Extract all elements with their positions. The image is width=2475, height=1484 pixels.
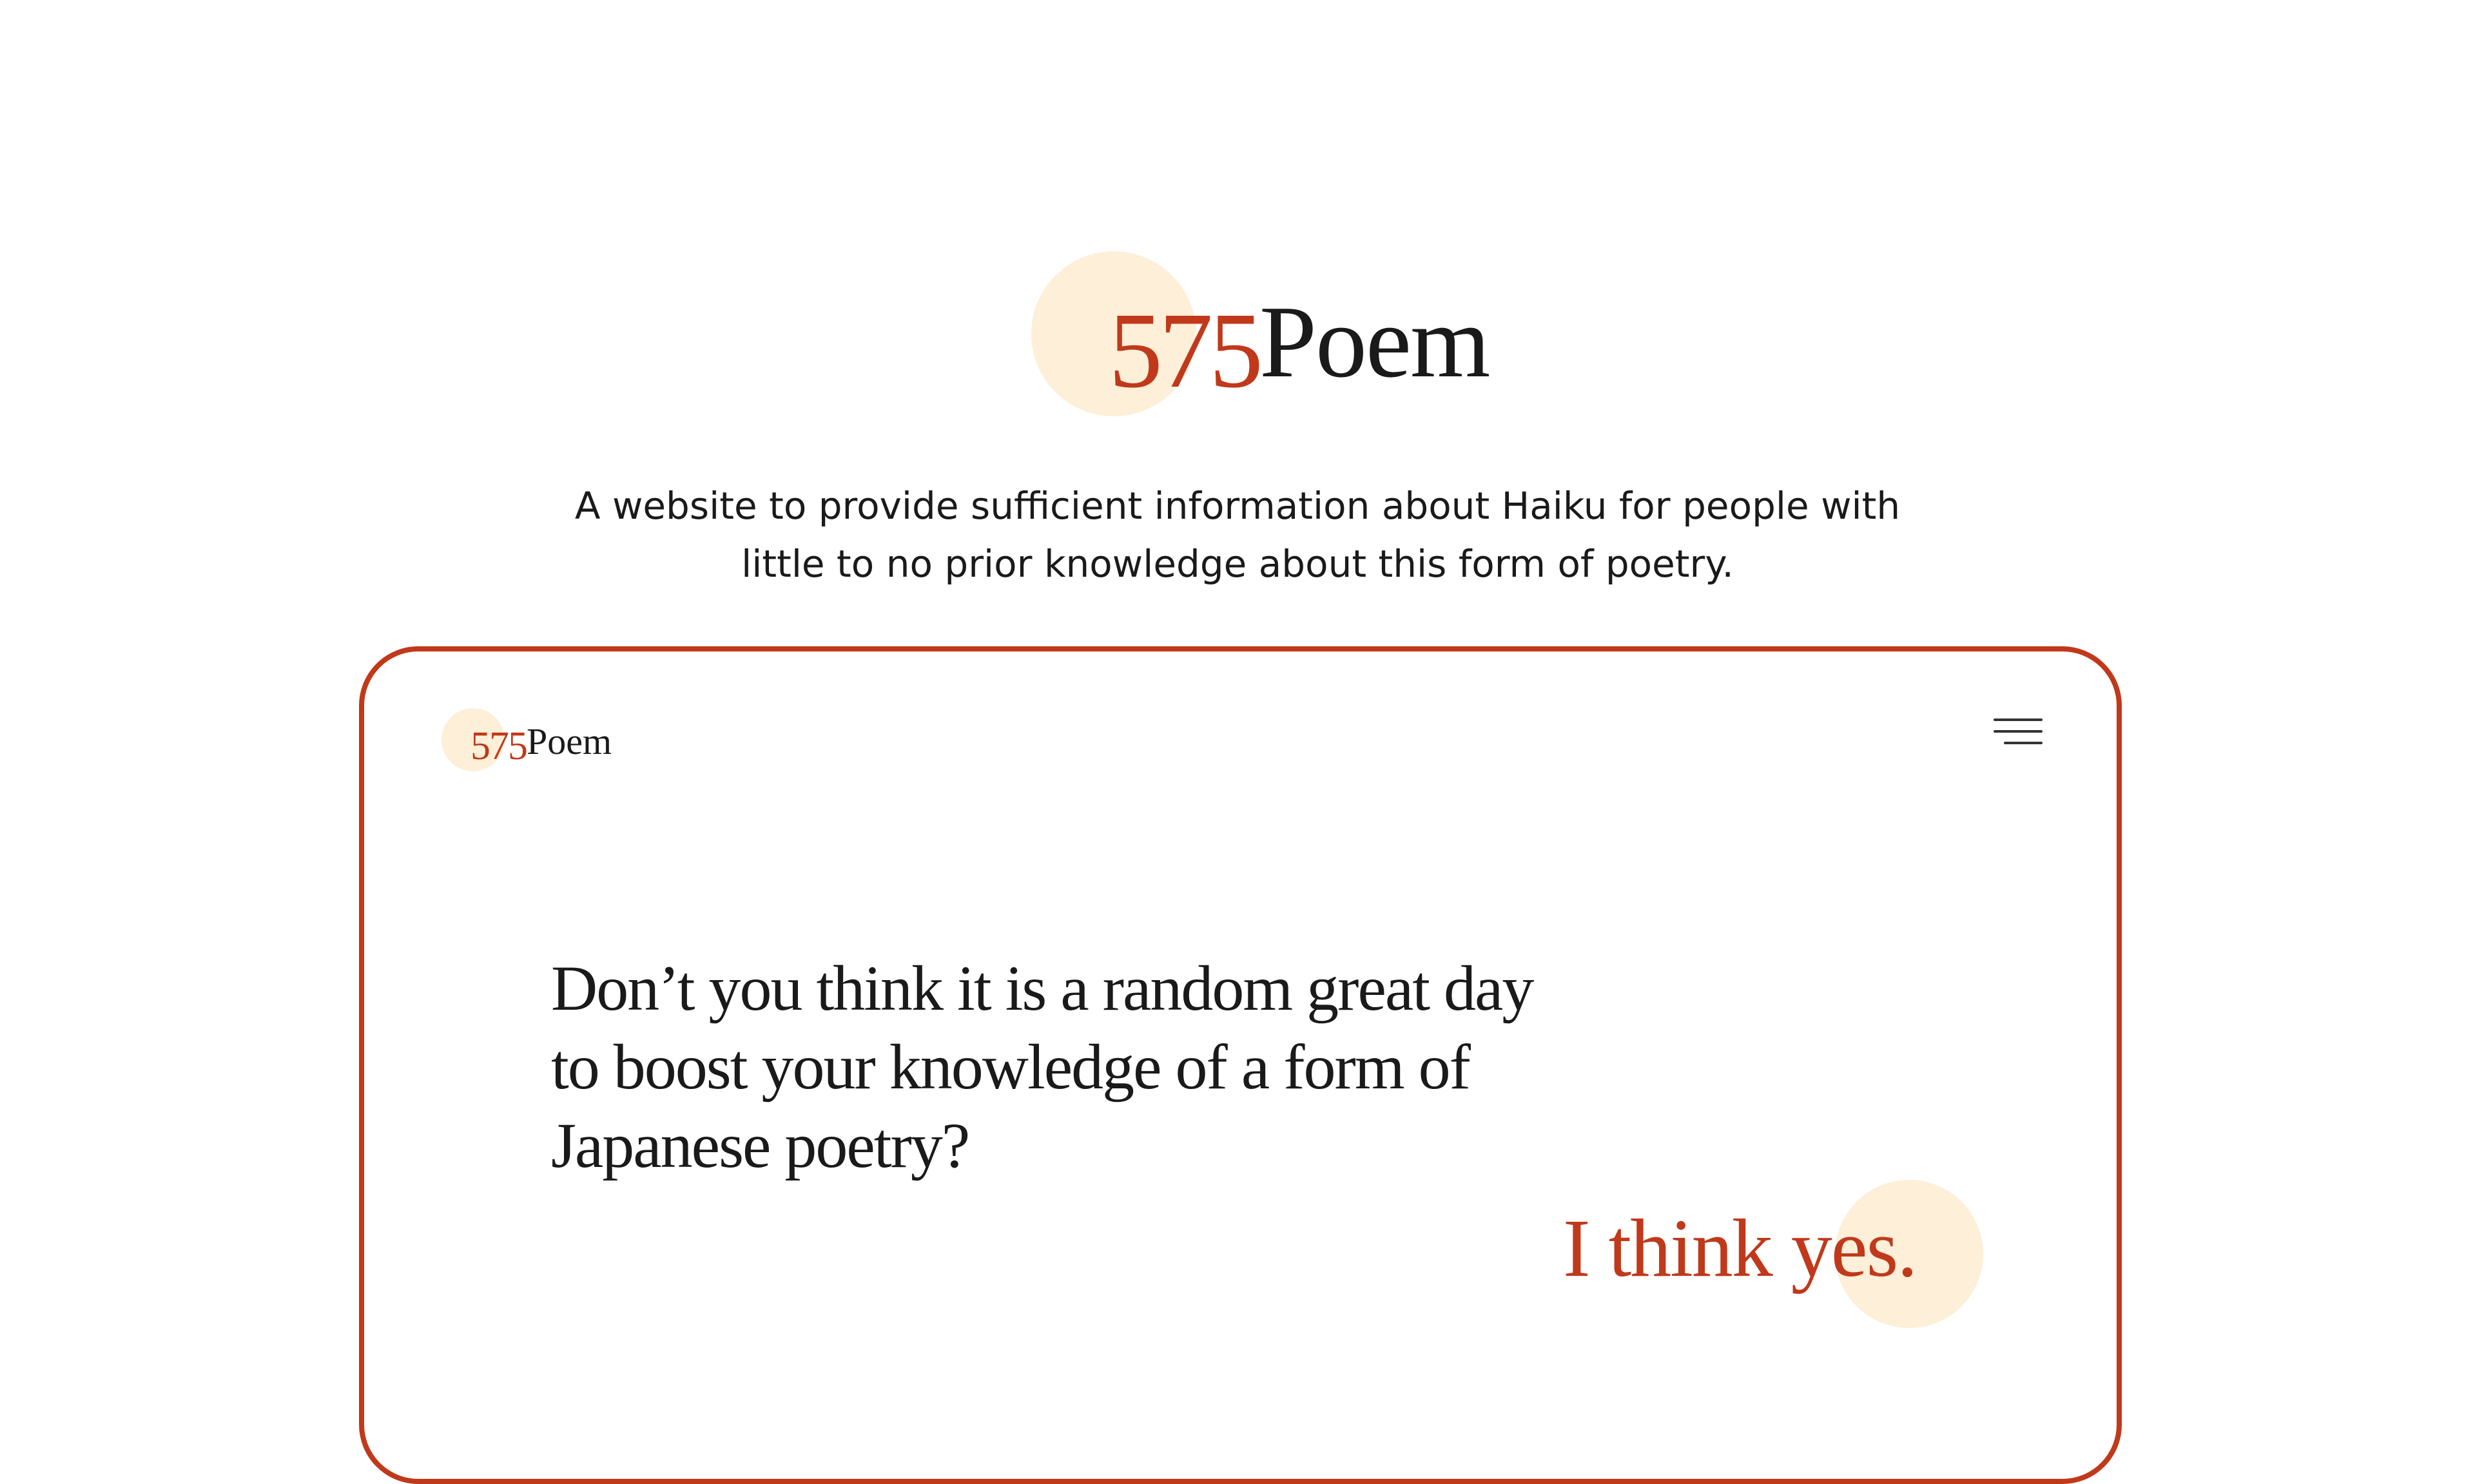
headline-line: to boost your knowledge of a form of (551, 1031, 1471, 1103)
tagline: A website to provide sufficient informat… (400, 477, 2075, 593)
site-logo-word: Poem (527, 720, 612, 762)
tagline-line: A website to provide sufficient informat… (574, 484, 1901, 528)
website-mockup-frame: 575Poem Don’t you think it is a random g… (359, 646, 2122, 1484)
menu-bar (1994, 730, 2043, 733)
headline-line: Don’t you think it is a random great day (551, 952, 1534, 1024)
hero-logo-word: Poem (1259, 284, 1490, 399)
tagline-line: little to no prior knowledge about this … (741, 542, 1734, 586)
hamburger-menu-icon[interactable] (1988, 716, 2043, 755)
site-logo-number: 575 (471, 724, 528, 768)
headline-line: Japanese poetry? (551, 1110, 970, 1181)
menu-bar (1994, 718, 2043, 721)
site-logo-text: 575Poem (471, 708, 612, 767)
hero-headline: Don’t you think it is a random great day… (551, 949, 1615, 1185)
hero-logo-number: 575 (1109, 291, 1263, 410)
answer-callout: I think yes. (1563, 1180, 2027, 1335)
hero-logo: 575Poem (1031, 251, 1490, 419)
answer-text: I think yes. (1563, 1202, 1917, 1294)
site-logo[interactable]: 575Poem (442, 708, 635, 779)
menu-bar (2004, 742, 2043, 744)
hero-logo-text: 575Poem (1109, 251, 1490, 405)
